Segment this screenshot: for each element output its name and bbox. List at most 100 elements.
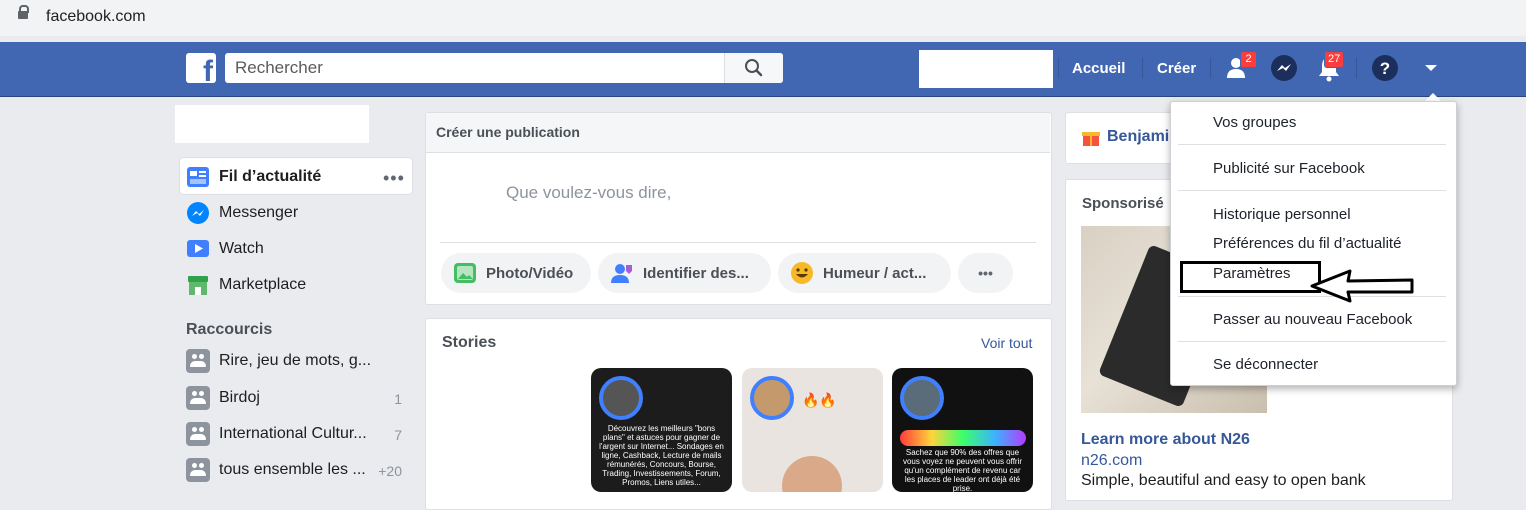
nav-divider xyxy=(1356,58,1357,78)
tag-friends-button[interactable]: Identifier des... xyxy=(598,253,771,293)
sidebar-item-label: Marketplace xyxy=(219,276,307,293)
search-box xyxy=(225,53,783,83)
messenger-icon xyxy=(187,202,209,224)
menu-item-news-feed-preferences[interactable]: Préférences du fil d’actualité xyxy=(1213,235,1401,252)
profile-name-redacted[interactable] xyxy=(175,105,369,143)
smiley-icon xyxy=(791,262,813,284)
nav-divider xyxy=(1058,58,1059,78)
group-icon xyxy=(186,422,210,446)
group-icon xyxy=(186,349,210,373)
account-menu-button[interactable] xyxy=(1416,53,1446,83)
menu-separator xyxy=(1178,190,1446,191)
group-icon xyxy=(186,458,210,482)
divider xyxy=(440,242,1036,243)
more-options-icon[interactable]: ••• xyxy=(383,168,405,189)
shortcut-label: International Cultur... xyxy=(219,425,367,442)
story-text: 🔥🔥 xyxy=(802,392,837,408)
story-card[interactable]: Sachez que 90% des offres que vous voyez… xyxy=(892,368,1033,492)
facebook-logo-icon[interactable]: f xyxy=(186,53,216,87)
menu-separator xyxy=(1178,341,1446,342)
messenger-button[interactable] xyxy=(1269,53,1299,83)
nav-divider xyxy=(1210,58,1211,78)
post-input[interactable]: Que voulez-vous dire, xyxy=(506,183,671,203)
shortcut-label: Birdoj xyxy=(219,389,260,406)
birthday-name[interactable]: Benjami xyxy=(1107,128,1169,146)
shortcut-item[interactable]: Birdoj xyxy=(186,386,260,410)
sidebar-item-marketplace[interactable]: Marketplace xyxy=(186,273,306,297)
ad-domain: n26.com xyxy=(1081,452,1143,469)
messenger-icon xyxy=(1271,55,1297,81)
shortcut-item[interactable]: Rire, jeu de mots, g... xyxy=(186,349,371,373)
shortcut-item[interactable]: International Cultur... xyxy=(186,422,367,446)
nav-divider xyxy=(1142,58,1143,78)
more-dots-icon: ••• xyxy=(978,265,993,281)
shortcut-count: 7 xyxy=(394,427,402,443)
sidebar-item-label: Messenger xyxy=(219,204,299,221)
story-text: Découvrez les meilleurs "bons plans" et … xyxy=(599,424,724,487)
ad-description: Simple, beautiful and easy to open bank xyxy=(1081,472,1366,489)
gift-icon xyxy=(1082,132,1100,146)
shortcut-label: Rire, jeu de mots, g... xyxy=(219,352,372,369)
menu-item-advertising[interactable]: Publicité sur Facebook xyxy=(1213,160,1365,177)
menu-item-log-out[interactable]: Se déconnecter xyxy=(1213,356,1318,373)
shortcut-item[interactable]: tous ensemble les ... xyxy=(186,458,366,482)
annotation-highlight-box xyxy=(1180,261,1321,293)
annotation-arrow-icon xyxy=(1310,269,1414,303)
tag-friends-label: Identifier des... xyxy=(643,264,749,282)
shortcut-count: 1 xyxy=(394,391,402,407)
nav-create-link[interactable]: Créer xyxy=(1157,60,1196,77)
sidebar-item-watch[interactable]: Watch xyxy=(186,237,264,261)
menu-item-your-groups[interactable]: Vos groupes xyxy=(1213,114,1296,131)
sidebar-item-messenger[interactable]: Messenger xyxy=(186,201,298,225)
caret-down-icon xyxy=(1425,65,1437,71)
menu-item-activity-log[interactable]: Historique personnel xyxy=(1213,206,1351,223)
nav-home-link[interactable]: Accueil xyxy=(1072,60,1125,77)
see-all-stories-link[interactable]: Voir tout xyxy=(981,335,1032,351)
menu-caret xyxy=(1425,93,1441,101)
friend-requests-badge: 2 xyxy=(1240,51,1257,68)
search-input[interactable] xyxy=(225,53,720,83)
story-avatar xyxy=(900,376,944,420)
stories-title: Stories xyxy=(442,334,497,351)
shortcut-count: +20 xyxy=(378,463,402,479)
sidebar-item-label: Watch xyxy=(219,240,264,257)
marketplace-icon xyxy=(188,276,208,295)
photo-icon xyxy=(454,263,476,283)
watch-icon xyxy=(187,240,209,257)
story-avatar xyxy=(750,376,794,420)
shortcuts-heading: Raccourcis xyxy=(186,321,273,338)
more-actions-button[interactable]: ••• xyxy=(958,253,1013,293)
notifications-button[interactable]: 27 xyxy=(1314,51,1345,83)
friend-requests-button[interactable]: 2 xyxy=(1224,51,1257,83)
create-post-title: Créer une publication xyxy=(436,124,580,140)
svg-text:?: ? xyxy=(1380,59,1390,78)
story-card[interactable]: 🔥🔥 xyxy=(742,368,883,492)
sidebar-item-news-feed[interactable]: Fil d’actualité xyxy=(186,165,321,189)
lock-icon xyxy=(18,5,29,19)
news-feed-icon xyxy=(187,167,209,187)
url-text[interactable]: facebook.com xyxy=(46,8,146,26)
ad-title-link[interactable]: Learn more about N26 xyxy=(1081,431,1250,449)
menu-item-switch-new-facebook[interactable]: Passer au nouveau Facebook xyxy=(1213,311,1412,328)
notifications-badge: 27 xyxy=(1324,51,1345,68)
rainbow-banner xyxy=(900,430,1026,446)
tag-people-icon xyxy=(611,264,632,283)
story-avatar xyxy=(599,376,643,420)
sponsored-heading: Sponsorisé xyxy=(1082,195,1164,212)
help-icon: ? xyxy=(1372,55,1398,81)
photo-video-button[interactable]: Photo/Vidéo xyxy=(441,253,591,293)
story-card[interactable]: Découvrez les meilleurs "bons plans" et … xyxy=(591,368,732,492)
shortcut-label: tous ensemble les ... xyxy=(219,461,366,478)
story-text: Sachez que 90% des offres que vous voyez… xyxy=(902,448,1023,492)
search-icon xyxy=(745,59,763,77)
feeling-activity-label: Humeur / act... xyxy=(823,264,927,282)
photo-video-label: Photo/Vidéo xyxy=(486,264,574,282)
help-button[interactable]: ? xyxy=(1370,53,1400,83)
profile-link-redacted[interactable] xyxy=(919,50,1053,88)
group-icon xyxy=(186,386,210,410)
browser-url-bar[interactable]: facebook.com xyxy=(0,0,1526,36)
feeling-activity-button[interactable]: Humeur / act... xyxy=(778,253,951,293)
search-button[interactable] xyxy=(724,53,783,83)
sidebar-item-label: Fil d’actualité xyxy=(219,168,322,185)
menu-separator xyxy=(1178,144,1446,145)
